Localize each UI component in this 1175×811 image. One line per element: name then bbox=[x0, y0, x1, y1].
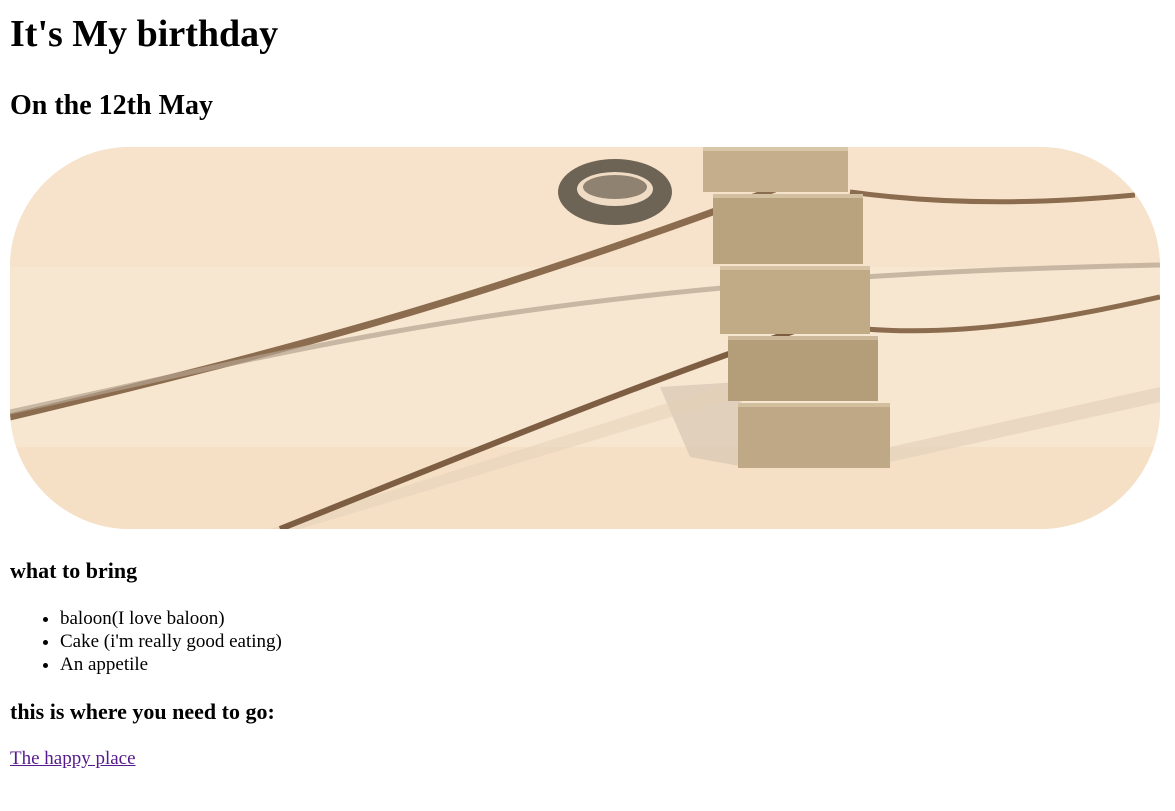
list-item: Cake (i'm really good eating) bbox=[60, 630, 1165, 653]
date-subtitle: On the 12th May bbox=[10, 90, 213, 121]
happy-place-link[interactable]: The happy place bbox=[10, 748, 136, 770]
list-item: baloon(I love baloon) bbox=[60, 607, 1165, 630]
location-heading: this is where you need to go: bbox=[10, 699, 275, 724]
bring-list: baloon(I love baloon) Cake (i'm really g… bbox=[10, 607, 1165, 676]
page: It's My birthday On the 12th May what to… bbox=[0, 12, 1175, 770]
what-to-bring-heading: what to bring bbox=[10, 558, 138, 583]
hero-photo bbox=[10, 147, 1160, 529]
page-title: It's My birthday bbox=[10, 13, 279, 55]
list-item: An appetile bbox=[60, 653, 1165, 676]
